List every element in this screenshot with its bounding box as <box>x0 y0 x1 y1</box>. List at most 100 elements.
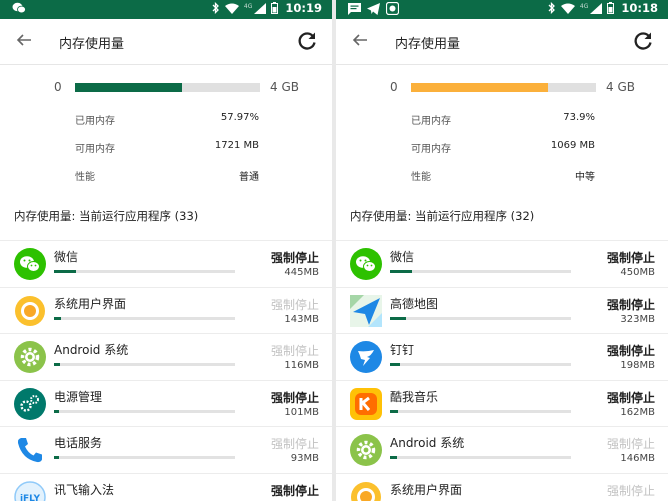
wifi-icon <box>224 3 239 14</box>
phone-icon <box>14 434 46 466</box>
force-stop-button[interactable]: 强制停止 <box>607 389 655 406</box>
force-stop-button[interactable]: 强制停止 <box>271 389 319 406</box>
memory-max-label: 4 GB <box>606 80 635 94</box>
stat-value: 普通 <box>239 172 259 183</box>
telegram-notification-icon <box>367 2 380 15</box>
used-memory-stat: 已用内存 73.9% <box>411 112 595 127</box>
used-memory-stat: 已用内存 57.97% <box>75 112 259 127</box>
app-memory-size: 162MB <box>620 406 655 418</box>
app-memory-size: 323MB <box>620 313 655 325</box>
system-ui-icon <box>350 481 382 501</box>
app-notification-icon <box>386 2 399 15</box>
app-row[interactable]: 高德地图 强制停止 323MB <box>336 288 668 334</box>
app-memory-fill <box>390 270 412 273</box>
stat-label: 性能 <box>411 172 431 183</box>
status-time: 10:19 <box>285 1 322 15</box>
app-memory-track <box>54 270 235 273</box>
stat-value: 73.9% <box>563 112 595 123</box>
app-memory-track <box>390 363 571 366</box>
app-memory-track <box>390 270 571 273</box>
memory-bar: 0 4 GB <box>390 79 650 95</box>
app-list: 微信 强制停止 445MB 系统用户界面 强制停止 143MB Android 系统 强制停止… <box>0 240 332 501</box>
app-memory-size: 450MB <box>620 267 655 278</box>
refresh-icon[interactable] <box>296 30 318 52</box>
app-memory-track <box>54 409 235 413</box>
app-name: 电话服务 <box>54 436 103 450</box>
app-memory-fill <box>54 409 60 413</box>
section-title: 内存使用量: 当前运行应用程序 (33) <box>14 209 199 223</box>
app-row[interactable]: 系统用户界面 强制停止 <box>336 474 668 501</box>
force-stop-button[interactable]: 强制停止 <box>271 342 319 359</box>
stat-value: 1069 MB <box>550 140 595 151</box>
app-row[interactable]: 酷我音乐 强制停止 162MB <box>336 381 668 427</box>
stat-label: 性能 <box>75 172 95 183</box>
iflytek-icon: iFLY <box>14 480 46 501</box>
network-type: 4G <box>579 3 589 10</box>
message-notification-icon <box>348 2 361 15</box>
stat-label: 已用内存 <box>411 116 451 127</box>
force-stop-button[interactable]: 强制停止 <box>271 435 319 452</box>
system-ui-icon <box>14 295 46 327</box>
signal-icon <box>254 2 267 14</box>
force-stop-button[interactable]: 强制停止 <box>607 342 655 359</box>
app-memory-size: 198MB <box>620 360 655 371</box>
app-row[interactable]: 电源管理 强制停止 101MB <box>0 381 332 427</box>
app-row[interactable]: iFLY 讯飞输入法 强制停止 <box>0 474 332 501</box>
app-memory-size: 101MB <box>284 406 319 418</box>
back-arrow-icon[interactable] <box>14 30 34 50</box>
app-memory-fill <box>390 316 407 320</box>
app-memory-size: 146MB <box>620 453 655 464</box>
app-row[interactable]: 微信 强制停止 445MB <box>0 241 332 288</box>
signal-icon <box>590 2 603 14</box>
status-time: 10:18 <box>621 1 658 15</box>
app-row[interactable]: 钉钉 强制停止 198MB <box>336 334 668 381</box>
app-memory-track <box>390 409 571 413</box>
wifi-icon <box>560 3 575 14</box>
app-list: 微信 强制停止 450MB 高德地图 强制停止 323MB 钉钉 强制停止 198MB 酷我音乐强… <box>336 240 668 501</box>
force-stop-button[interactable]: 强制停止 <box>607 249 655 266</box>
status-bar: 4G 10:18 <box>336 0 668 19</box>
app-row[interactable]: Android 系统 强制停止 116MB <box>0 334 332 381</box>
stat-label: 可用内存 <box>411 144 451 155</box>
app-memory-track <box>54 456 235 459</box>
force-stop-button[interactable]: 强制停止 <box>271 249 319 266</box>
memory-track <box>75 83 260 92</box>
app-bar: 内存使用量 <box>336 19 668 65</box>
performance-stat: 性能 普通 <box>75 168 259 183</box>
memory-fill <box>75 83 183 92</box>
force-stop-button[interactable]: 强制停止 <box>271 482 319 499</box>
app-memory-size: 93MB <box>290 453 319 464</box>
force-stop-button[interactable]: 强制停止 <box>607 482 655 499</box>
screen-right: 4G 10:18 内存使用量 0 4 GB 已用内存 73.9% 可用内存 1069… <box>336 0 668 501</box>
app-row[interactable]: 电话服务 强制停止 93MB <box>0 427 332 474</box>
stat-label: 已用内存 <box>75 116 115 127</box>
app-memory-fill <box>54 363 61 366</box>
android-gear-icon <box>14 341 46 373</box>
memory-summary: 0 4 GB 已用内存 73.9% 可用内存 1069 MB 性能 中等 <box>336 66 668 196</box>
app-row[interactable]: 系统用户界面 强制停止 143MB <box>0 288 332 334</box>
app-memory-fill <box>390 363 400 366</box>
stat-label: 可用内存 <box>75 144 115 155</box>
app-memory-track <box>54 316 235 320</box>
app-name: 讯飞输入法 <box>54 482 115 497</box>
memory-summary: 0 4 GB 已用内存 57.97% 可用内存 1721 MB 性能 普通 <box>0 66 332 196</box>
app-row[interactable]: Android 系统 强制停止 146MB <box>336 427 668 474</box>
app-memory-fill <box>54 456 59 459</box>
app-row[interactable]: 微信 强制停止 450MB <box>336 241 668 288</box>
wechat-icon <box>14 248 46 280</box>
network-type: 4G <box>243 3 253 10</box>
back-arrow-icon[interactable] <box>350 30 370 50</box>
refresh-icon[interactable] <box>632 30 654 52</box>
screen-left: 4G 10:19 内存使用量 0 4 GB 已用内存 57.97% 可用内存 172… <box>0 0 332 501</box>
wechat-icon <box>350 248 382 280</box>
app-name: 系统用户界面 <box>390 482 463 497</box>
svg-text:iFLY: iFLY <box>20 494 41 501</box>
stat-value: 中等 <box>575 172 595 183</box>
app-name: 系统用户界面 <box>54 296 127 311</box>
force-stop-button[interactable]: 强制停止 <box>607 435 655 452</box>
app-memory-track <box>390 456 571 459</box>
app-name: 钉钉 <box>390 343 415 357</box>
available-memory-stat: 可用内存 1069 MB <box>411 140 595 155</box>
force-stop-button[interactable]: 强制停止 <box>607 296 655 313</box>
force-stop-button[interactable]: 强制停止 <box>271 296 319 313</box>
